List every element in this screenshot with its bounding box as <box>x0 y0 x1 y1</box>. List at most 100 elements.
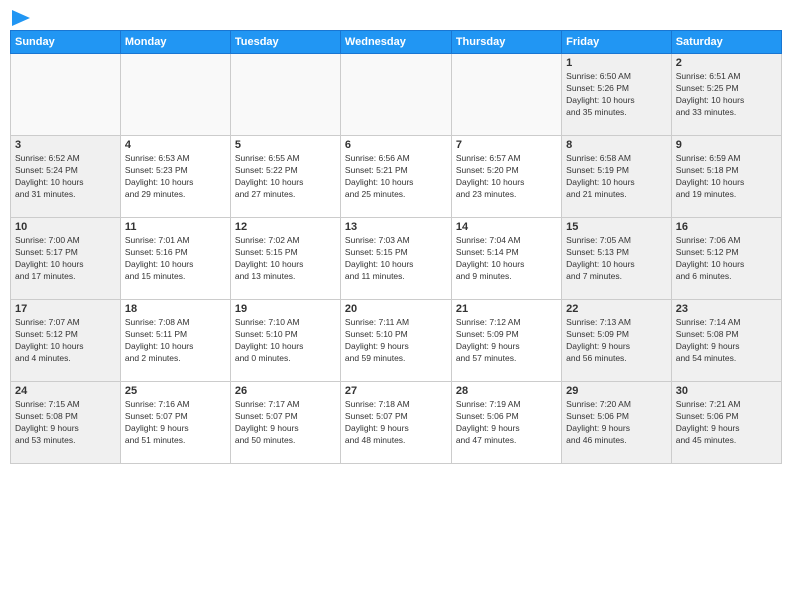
calendar-cell: 8 Sunrise: 6:58 AM Sunset: 5:19 PM Daylig… <box>562 136 672 218</box>
day-info: Sunrise: 7:00 AM Sunset: 5:17 PM Dayligh… <box>15 235 116 283</box>
day-info: Sunrise: 6:50 AM Sunset: 5:26 PM Dayligh… <box>566 71 667 119</box>
calendar-cell: 19 Sunrise: 7:10 AM Sunset: 5:10 PM Dayli… <box>230 300 340 382</box>
day-info: Sunrise: 7:16 AM Sunset: 5:07 PM Dayligh… <box>125 399 226 447</box>
day-info: Sunrise: 7:08 AM Sunset: 5:11 PM Dayligh… <box>125 317 226 365</box>
day-header-thursday: Thursday <box>451 31 561 54</box>
calendar-week-3: 10 Sunrise: 7:00 AM Sunset: 5:17 PM Dayli… <box>11 218 782 300</box>
header <box>10 10 782 22</box>
day-info: Sunrise: 7:03 AM Sunset: 5:15 PM Dayligh… <box>345 235 447 283</box>
day-info: Sunrise: 7:14 AM Sunset: 5:08 PM Dayligh… <box>676 317 777 365</box>
day-info: Sunrise: 7:11 AM Sunset: 5:10 PM Dayligh… <box>345 317 447 365</box>
day-info: Sunrise: 6:53 AM Sunset: 5:23 PM Dayligh… <box>125 153 226 201</box>
day-number: 7 <box>456 139 557 151</box>
calendar-cell: 1 Sunrise: 6:50 AM Sunset: 5:26 PM Daylig… <box>562 54 672 136</box>
day-number: 15 <box>566 221 667 233</box>
calendar-cell: 13 Sunrise: 7:03 AM Sunset: 5:15 PM Dayli… <box>340 218 451 300</box>
day-number: 9 <box>676 139 777 151</box>
day-info: Sunrise: 6:51 AM Sunset: 5:25 PM Dayligh… <box>676 71 777 119</box>
calendar-cell: 28 Sunrise: 7:19 AM Sunset: 5:06 PM Dayli… <box>451 382 561 464</box>
calendar-cell <box>451 54 561 136</box>
calendar-cell: 4 Sunrise: 6:53 AM Sunset: 5:23 PM Daylig… <box>120 136 230 218</box>
day-header-sunday: Sunday <box>11 31 121 54</box>
day-number: 18 <box>125 303 226 315</box>
day-info: Sunrise: 7:20 AM Sunset: 5:06 PM Dayligh… <box>566 399 667 447</box>
day-info: Sunrise: 6:55 AM Sunset: 5:22 PM Dayligh… <box>235 153 336 201</box>
day-info: Sunrise: 7:18 AM Sunset: 5:07 PM Dayligh… <box>345 399 447 447</box>
day-info: Sunrise: 7:01 AM Sunset: 5:16 PM Dayligh… <box>125 235 226 283</box>
calendar-week-1: 1 Sunrise: 6:50 AM Sunset: 5:26 PM Daylig… <box>11 54 782 136</box>
calendar-week-4: 17 Sunrise: 7:07 AM Sunset: 5:12 PM Dayli… <box>11 300 782 382</box>
calendar-cell: 11Sunrise: 7:01 AM Sunset: 5:16 PM Dayli… <box>120 218 230 300</box>
calendar-cell: 14 Sunrise: 7:04 AM Sunset: 5:14 PM Dayli… <box>451 218 561 300</box>
day-info: Sunrise: 6:56 AM Sunset: 5:21 PM Dayligh… <box>345 153 447 201</box>
calendar-cell <box>120 54 230 136</box>
day-info: Sunrise: 7:21 AM Sunset: 5:06 PM Dayligh… <box>676 399 777 447</box>
calendar-cell: 3 Sunrise: 6:52 AM Sunset: 5:24 PM Daylig… <box>11 136 121 218</box>
day-info: Sunrise: 7:02 AM Sunset: 5:15 PM Dayligh… <box>235 235 336 283</box>
day-header-friday: Friday <box>562 31 672 54</box>
day-number: 10 <box>15 221 116 233</box>
calendar-cell: 26Sunrise: 7:17 AM Sunset: 5:07 PM Dayli… <box>230 382 340 464</box>
day-info: Sunrise: 7:04 AM Sunset: 5:14 PM Dayligh… <box>456 235 557 283</box>
day-info: Sunrise: 7:10 AM Sunset: 5:10 PM Dayligh… <box>235 317 336 365</box>
calendar-cell: 5 Sunrise: 6:55 AM Sunset: 5:22 PM Daylig… <box>230 136 340 218</box>
day-info: Sunrise: 6:59 AM Sunset: 5:18 PM Dayligh… <box>676 153 777 201</box>
calendar-cell: 25 Sunrise: 7:16 AM Sunset: 5:07 PM Dayli… <box>120 382 230 464</box>
calendar-cell: 24 Sunrise: 7:15 AM Sunset: 5:08 PM Dayli… <box>11 382 121 464</box>
day-number: 25 <box>125 385 226 397</box>
day-number: 21 <box>456 303 557 315</box>
day-number: 24 <box>15 385 116 397</box>
day-number: 8 <box>566 139 667 151</box>
day-number: 4 <box>125 139 226 151</box>
day-info: Sunrise: 7:07 AM Sunset: 5:12 PM Dayligh… <box>15 317 116 365</box>
calendar-cell: 6 Sunrise: 6:56 AM Sunset: 5:21 PM Daylig… <box>340 136 451 218</box>
day-info: Sunrise: 7:15 AM Sunset: 5:08 PM Dayligh… <box>15 399 116 447</box>
page: SundayMondayTuesdayWednesdayThursdayFrid… <box>0 0 792 612</box>
calendar-cell: 21Sunrise: 7:12 AM Sunset: 5:09 PM Dayli… <box>451 300 561 382</box>
calendar-cell: 29 Sunrise: 7:20 AM Sunset: 5:06 PM Dayli… <box>562 382 672 464</box>
day-number: 2 <box>676 57 777 69</box>
calendar-cell: 16Sunrise: 7:06 AM Sunset: 5:12 PM Dayli… <box>671 218 781 300</box>
day-info: Sunrise: 7:17 AM Sunset: 5:07 PM Dayligh… <box>235 399 336 447</box>
day-number: 28 <box>456 385 557 397</box>
calendar-cell: 12 Sunrise: 7:02 AM Sunset: 5:15 PM Dayli… <box>230 218 340 300</box>
calendar-cell: 18 Sunrise: 7:08 AM Sunset: 5:11 PM Dayli… <box>120 300 230 382</box>
day-number: 5 <box>235 139 336 151</box>
day-number: 3 <box>15 139 116 151</box>
calendar-cell: 22Sunrise: 7:13 AM Sunset: 5:09 PM Dayli… <box>562 300 672 382</box>
day-info: Sunrise: 7:05 AM Sunset: 5:13 PM Dayligh… <box>566 235 667 283</box>
calendar-week-5: 24 Sunrise: 7:15 AM Sunset: 5:08 PM Dayli… <box>11 382 782 464</box>
calendar-cell <box>340 54 451 136</box>
day-info: Sunrise: 6:52 AM Sunset: 5:24 PM Dayligh… <box>15 153 116 201</box>
day-number: 29 <box>566 385 667 397</box>
day-header-wednesday: Wednesday <box>340 31 451 54</box>
day-number: 30 <box>676 385 777 397</box>
day-header-monday: Monday <box>120 31 230 54</box>
calendar-header-row: SundayMondayTuesdayWednesdayThursdayFrid… <box>11 31 782 54</box>
calendar-cell: 20 Sunrise: 7:11 AM Sunset: 5:10 PM Dayli… <box>340 300 451 382</box>
day-number: 1 <box>566 57 667 69</box>
day-number: 12 <box>235 221 336 233</box>
calendar-cell: 2 Sunrise: 6:51 AM Sunset: 5:25 PM Daylig… <box>671 54 781 136</box>
calendar-cell: 27Sunrise: 7:18 AM Sunset: 5:07 PM Dayli… <box>340 382 451 464</box>
day-number: 20 <box>345 303 447 315</box>
day-info: Sunrise: 6:58 AM Sunset: 5:19 PM Dayligh… <box>566 153 667 201</box>
day-info: Sunrise: 7:19 AM Sunset: 5:06 PM Dayligh… <box>456 399 557 447</box>
calendar-cell: 17 Sunrise: 7:07 AM Sunset: 5:12 PM Dayli… <box>11 300 121 382</box>
day-info: Sunrise: 7:13 AM Sunset: 5:09 PM Dayligh… <box>566 317 667 365</box>
calendar-cell <box>230 54 340 136</box>
day-number: 23 <box>676 303 777 315</box>
day-number: 6 <box>345 139 447 151</box>
day-number: 13 <box>345 221 447 233</box>
day-header-saturday: Saturday <box>671 31 781 54</box>
day-number: 14 <box>456 221 557 233</box>
calendar-cell <box>11 54 121 136</box>
day-info: Sunrise: 6:57 AM Sunset: 5:20 PM Dayligh… <box>456 153 557 201</box>
day-number: 16 <box>676 221 777 233</box>
calendar-cell: 15 Sunrise: 7:05 AM Sunset: 5:13 PM Dayli… <box>562 218 672 300</box>
day-number: 17 <box>15 303 116 315</box>
calendar-week-2: 3 Sunrise: 6:52 AM Sunset: 5:24 PM Daylig… <box>11 136 782 218</box>
day-number: 19 <box>235 303 336 315</box>
calendar-cell: 23 Sunrise: 7:14 AM Sunset: 5:08 PM Dayli… <box>671 300 781 382</box>
day-header-tuesday: Tuesday <box>230 31 340 54</box>
